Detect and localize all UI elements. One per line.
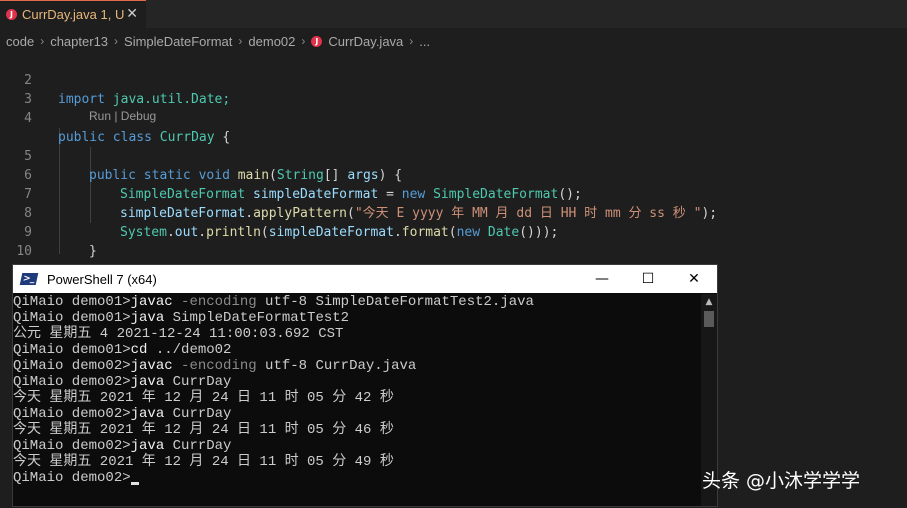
maximize-button[interactable]: ☐ xyxy=(625,265,671,293)
code-line: 9 } xyxy=(0,204,97,259)
terminal-output[interactable]: QiMaio demo01>javac -encoding utf-8 Simp… xyxy=(13,294,701,508)
breadcrumb-item-simpledateformat[interactable]: SimpleDateFormat xyxy=(124,34,232,49)
window-title: PowerShell 7 (x64) xyxy=(47,271,157,287)
editor-tab-bar: J CurrDay.java 1, U ✕ xyxy=(0,0,907,28)
terminal-line: QiMaio demo02>java CurrDay xyxy=(13,374,232,390)
code-line: 8 System.out.println(simpleDateFormat.fo… xyxy=(0,185,558,240)
terminal-prompt-line[interactable]: QiMaio demo02> xyxy=(13,470,701,486)
close-button[interactable]: ✕ xyxy=(671,265,717,293)
watermark: 头条 @小沐学学学 xyxy=(702,470,861,492)
breadcrumb-item-symbols[interactable]: ... xyxy=(419,34,430,49)
terminal-line: QiMaio demo01>javac -encoding utf-8 Simp… xyxy=(13,294,534,310)
terminal-line: QiMaio demo01>java SimpleDateFormatTest2 xyxy=(13,310,350,326)
tab-label: CurrDay.java 1, U xyxy=(22,7,125,22)
code-line: 5 public static void main(String[] args)… xyxy=(0,128,402,183)
breadcrumb-item-file[interactable]: CurrDay.java xyxy=(328,34,403,49)
text-cursor xyxy=(130,482,139,485)
code-line: 11 } xyxy=(0,242,65,297)
close-icon[interactable]: ✕ xyxy=(126,6,138,22)
code-line: 3 xyxy=(0,71,32,107)
terminal-line: QiMaio demo01>cd ../demo02 xyxy=(13,342,232,358)
terminal-line: 公元 星期五 4 2021-12-24 11:00:03.692 CST xyxy=(13,326,344,342)
codelens-run-debug[interactable]: Run | Debug xyxy=(89,109,156,123)
terminal-line: QiMaio demo02>java CurrDay xyxy=(13,438,232,454)
code-line: 4 public class CurrDay { xyxy=(0,90,230,145)
code-line: 2 import java.util.Date; xyxy=(0,52,230,107)
breadcrumb-item-code[interactable]: code xyxy=(6,34,34,49)
java-file-icon: J xyxy=(311,35,323,47)
code-line: 7 simpleDateFormat.applyPattern("今天 E yy… xyxy=(0,166,717,221)
terminal-line: 今天 星期五 2021 年 12 月 24 日 11 时 05 分 46 秒 xyxy=(13,422,394,438)
tab-currday-java[interactable]: J CurrDay.java 1, U ✕ xyxy=(0,0,146,28)
chevron-right-icon: › xyxy=(409,34,414,48)
powershell-icon: >_ xyxy=(19,273,39,285)
chevron-right-icon: › xyxy=(114,34,119,48)
scroll-up-icon[interactable]: ▲ xyxy=(701,294,717,310)
code-line: 10 xyxy=(0,223,32,259)
chevron-right-icon: › xyxy=(301,34,306,48)
indent-guide xyxy=(90,147,91,223)
powershell-window[interactable]: >_ PowerShell 7 (x64) — ☐ ✕ QiMaio demo0… xyxy=(12,264,718,507)
minimize-button[interactable]: — xyxy=(579,265,625,293)
powershell-titlebar[interactable]: >_ PowerShell 7 (x64) — ☐ ✕ xyxy=(13,265,717,293)
code-line: 6 SimpleDateFormat simpleDateFormat = ne… xyxy=(0,147,582,202)
code-editor[interactable]: 2 import java.util.Date; 3 4 public clas… xyxy=(0,52,907,297)
java-file-icon: J xyxy=(6,9,17,20)
terminal-line: QiMaio demo02>javac -encoding utf-8 Curr… xyxy=(13,358,417,374)
terminal-line: QiMaio demo02>java CurrDay xyxy=(13,406,232,422)
terminal-line: 今天 星期五 2021 年 12 月 24 日 11 时 05 分 42 秒 xyxy=(13,390,394,406)
chevron-right-icon: › xyxy=(40,34,45,48)
breadcrumb: code › chapter13 › SimpleDateFormat › de… xyxy=(0,30,907,52)
terminal-line: 今天 星期五 2021 年 12 月 24 日 11 时 05 分 49 秒 xyxy=(13,454,394,470)
line-number: 4 xyxy=(24,111,32,126)
breadcrumb-item-demo02[interactable]: demo02 xyxy=(248,34,295,49)
scrollbar-thumb[interactable] xyxy=(704,311,714,327)
chevron-right-icon: › xyxy=(238,34,243,48)
breadcrumb-item-chapter13[interactable]: chapter13 xyxy=(50,34,108,49)
